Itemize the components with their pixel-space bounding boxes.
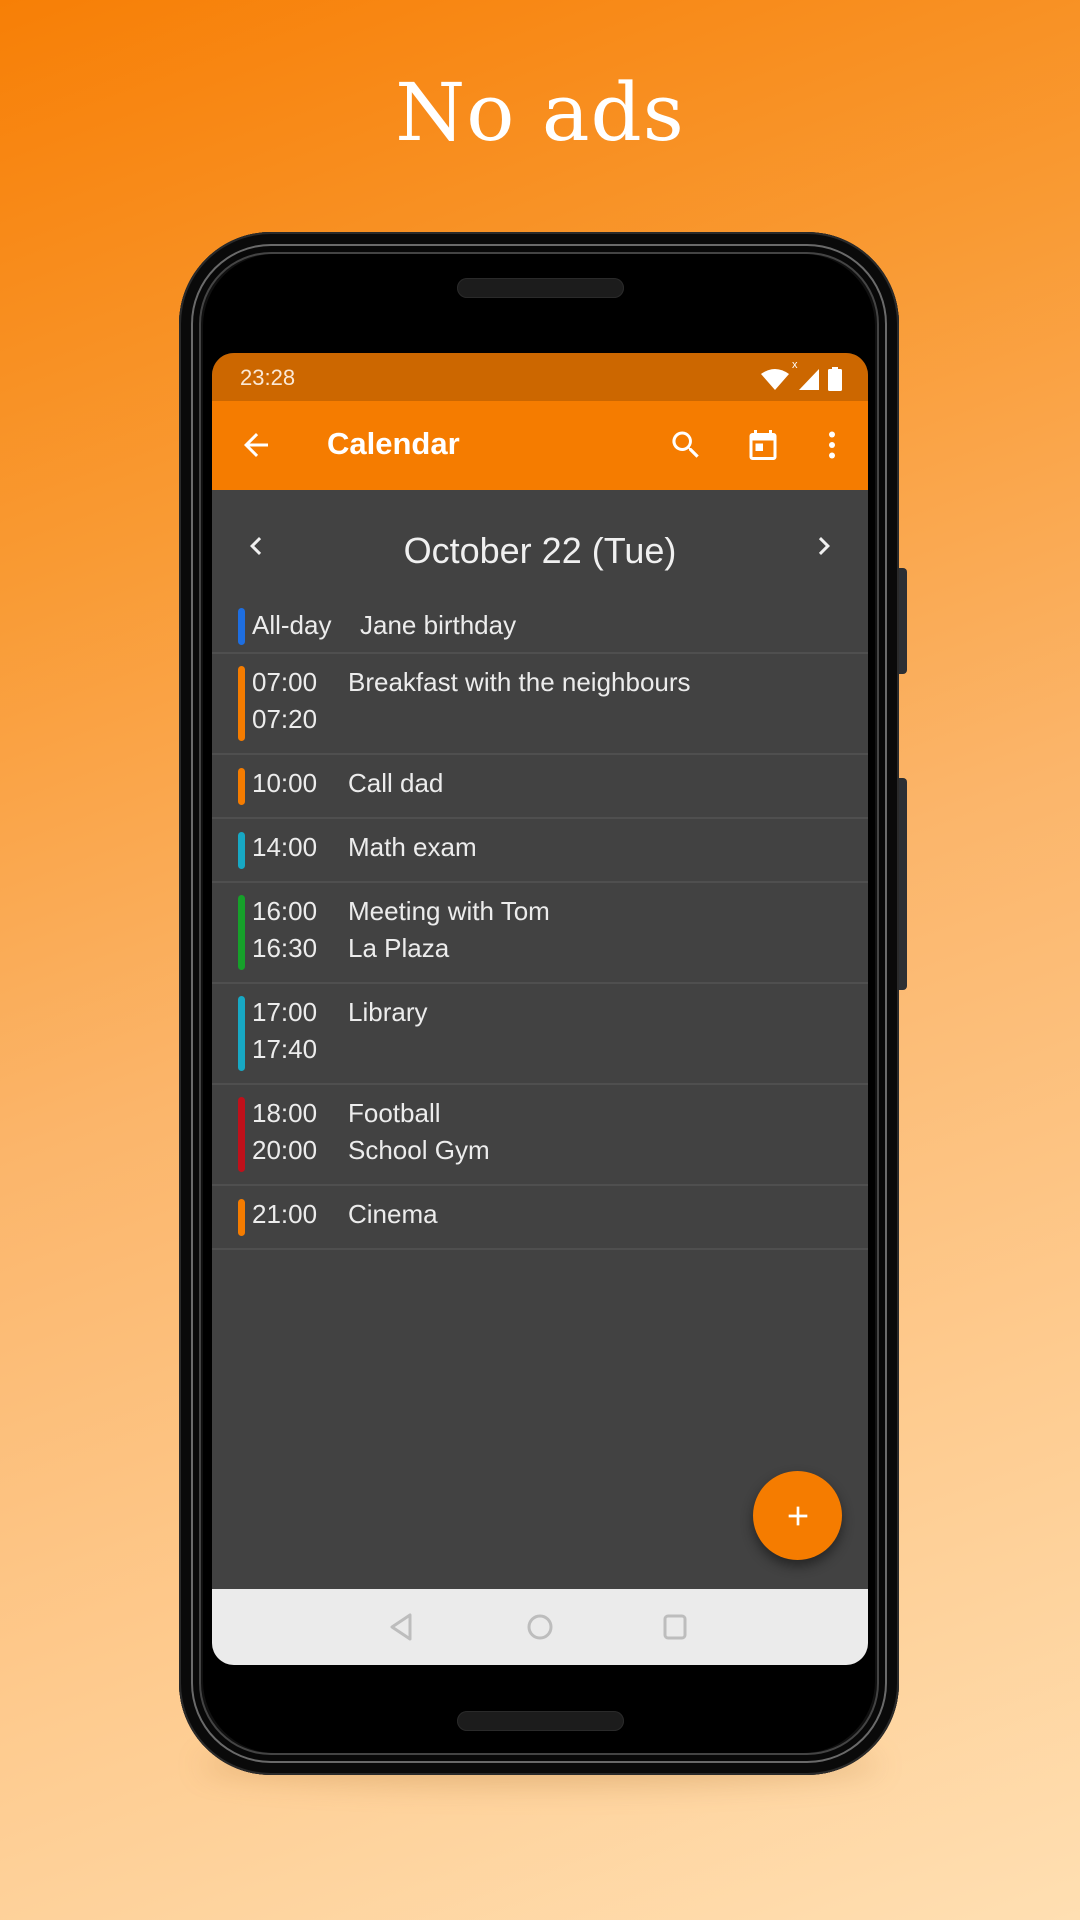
event-end: 07:20: [252, 704, 318, 734]
calendar-today-icon[interactable]: [745, 427, 781, 463]
event-title: Football: [348, 1098, 441, 1128]
event-title: Meeting with Tom: [348, 896, 550, 926]
event-row[interactable]: 14:00 Math exam: [212, 819, 868, 883]
event-location: La Plaza: [348, 933, 450, 963]
nav-back-icon[interactable]: [386, 1611, 418, 1643]
event-row[interactable]: 17:00 17:40 Library: [212, 984, 868, 1085]
promo-headline: No ads: [395, 66, 685, 159]
add-icon: [788, 1506, 807, 1525]
event-start: 18:00: [252, 1098, 318, 1128]
date-navigator: October 22 (Tue): [212, 490, 868, 602]
event-end: 16:30: [252, 933, 318, 963]
event-color-bar: [238, 1097, 245, 1172]
wifi-icon: [761, 369, 789, 390]
event-title: Call dad: [348, 768, 444, 798]
event-start: 21:00: [252, 1199, 318, 1229]
app-toolbar: Calendar: [212, 401, 868, 490]
event-end: 20:00: [252, 1135, 318, 1165]
event-color-bar: [238, 608, 245, 645]
signal-badge: x: [792, 359, 798, 371]
event-color-bar: [238, 768, 245, 805]
event-start: 17:00: [252, 997, 318, 1027]
event-row[interactable]: 18:00 20:00 Football School Gym: [212, 1085, 868, 1186]
nav-recents-icon[interactable]: [659, 1611, 691, 1643]
event-row[interactable]: 21:00 Cinema: [212, 1186, 868, 1250]
event-title: Library: [348, 997, 428, 1027]
event-color-bar: [238, 666, 245, 741]
event-start: All-day: [252, 610, 332, 640]
status-bar: 23:28 x: [212, 353, 868, 401]
event-color-bar: [238, 996, 245, 1071]
event-color-bar: [238, 895, 245, 970]
nav-home-icon[interactable]: [524, 1611, 556, 1643]
toolbar-title: Calendar: [327, 426, 460, 461]
event-start: 14:00: [252, 832, 318, 862]
status-time: 23:28: [240, 365, 296, 390]
chevron-right-icon[interactable]: [806, 528, 842, 564]
phone-top-speaker: [457, 278, 624, 298]
add-event-button[interactable]: [753, 1471, 842, 1560]
event-location: School Gym: [348, 1135, 490, 1165]
current-date-label[interactable]: October 22 (Tue): [212, 530, 868, 572]
search-icon[interactable]: [668, 427, 704, 463]
event-start: 10:00: [252, 768, 318, 798]
event-list: All-day Jane birthday 07:00 07:20 Breakf…: [212, 602, 868, 1250]
more-vert-icon[interactable]: [814, 427, 850, 463]
phone-bottom-speaker: [457, 1711, 624, 1731]
event-row[interactable]: 07:00 07:20 Breakfast with the neighbour…: [212, 654, 868, 755]
event-title: Breakfast with the neighbours: [348, 667, 691, 697]
event-start: 07:00: [252, 667, 318, 697]
event-row[interactable]: 10:00 Call dad: [212, 755, 868, 819]
event-color-bar: [238, 1199, 245, 1236]
phone-volume-button: [899, 778, 907, 990]
system-nav-bar: [212, 1589, 868, 1665]
battery-icon: [828, 367, 842, 391]
app-screen: 23:28 x Calendar October 22 (Tue) All-da…: [212, 353, 868, 1665]
event-color-bar: [238, 832, 245, 869]
arrow-back-icon[interactable]: [238, 427, 274, 463]
phone-power-button: [899, 568, 907, 674]
event-title: Cinema: [348, 1199, 438, 1229]
signal-icon: x: [792, 359, 820, 391]
event-end: 17:40: [252, 1034, 318, 1064]
event-row[interactable]: All-day Jane birthday: [212, 602, 868, 654]
event-start: 16:00: [252, 896, 318, 926]
event-title: Jane birthday: [360, 610, 517, 640]
event-row[interactable]: 16:00 16:30 Meeting with Tom La Plaza: [212, 883, 868, 984]
event-title: Math exam: [348, 832, 477, 862]
status-icons: x: [760, 359, 842, 391]
